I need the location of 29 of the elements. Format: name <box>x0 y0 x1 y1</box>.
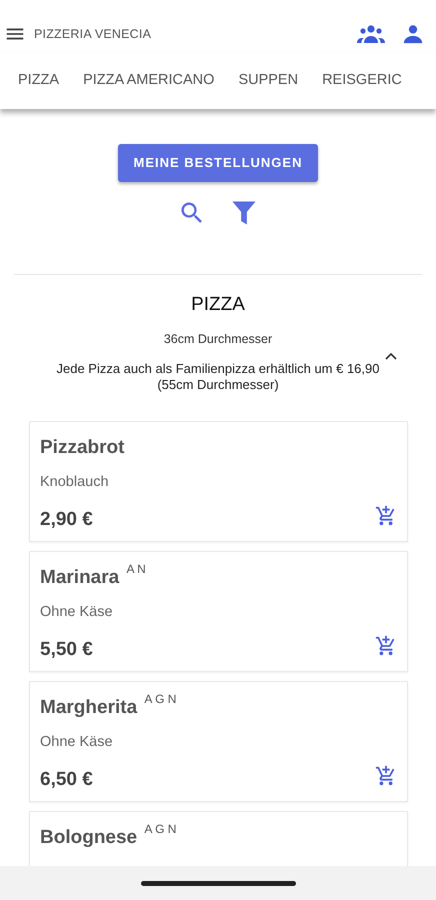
group-icon[interactable] <box>356 23 386 45</box>
add-to-cart-icon[interactable] <box>375 634 397 657</box>
item-name: Marinara $^{A N}$ <box>40 566 146 588</box>
section-subtitle: 36cm Durchmesser <box>164 332 272 346</box>
item-description: Ohne Käse <box>40 734 113 750</box>
item-price: 6,50 € <box>40 768 93 792</box>
category-tab[interactable]: PIZZA <box>6 70 72 92</box>
item-description: Knoblauch <box>40 474 109 490</box>
app-title: PIZZERIA VENECIA <box>34 26 152 43</box>
person-icon[interactable] <box>402 23 424 45</box>
section-note: Jede Pizza auch als Familienpizza erhältlich um € 16,90 (55cm Durchmesser) <box>55 361 380 392</box>
item-name: Pizzabrot <box>40 436 124 458</box>
orders-button[interactable]: MEINE BESTELLUNGEN <box>118 144 318 182</box>
item-name: Bolognese $^{A G N}$ <box>40 826 176 848</box>
category-tab[interactable]: PIZZA AMERICANO <box>71 70 226 92</box>
home-indicator[interactable] <box>140 880 296 886</box>
add-to-cart-icon[interactable] <box>375 764 397 787</box>
category-tab[interactable]: REISGERIC <box>310 70 414 92</box>
item-price: 5,50 € <box>40 638 93 662</box>
menu-item-card[interactable]: Pizzabrot Knoblauch 2,90 € <box>29 420 408 542</box>
add-to-cart-icon[interactable] <box>375 504 397 527</box>
section-title: PIZZA <box>191 294 245 314</box>
item-description: Ohne Käse <box>40 604 113 620</box>
collapse-chevron-icon[interactable] <box>384 351 398 361</box>
menu-item-card[interactable]: Marinara $^{A N}$ Ohne Käse 5,50 € <box>29 550 408 672</box>
category-tab[interactable]: SUPPEN <box>226 70 310 92</box>
menu-item-card[interactable]: Margherita $^{A G N}$ Ohne Käse 6,50 € <box>29 680 408 802</box>
item-name: Margherita $^{A G N}$ <box>40 696 176 718</box>
item-price: 2,90 € <box>40 508 93 532</box>
